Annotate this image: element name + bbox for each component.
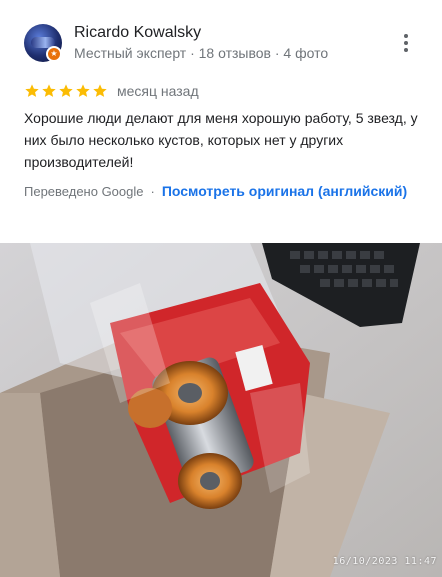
photo-timestamp: 16/10/2023 11:47: [332, 556, 437, 567]
view-original-link[interactable]: Посмотреть оригинал (английский): [162, 183, 407, 199]
review-header: ★ Ricardo Kowalsky Местный эксперт · 18 …: [0, 0, 442, 76]
reviewer-meta[interactable]: Местный эксперт · 18 отзывов · 4 фото: [74, 45, 328, 61]
star-icon: [76, 84, 90, 97]
star-icon: [25, 84, 39, 97]
review-text: Хорошие люди делают для меня хорошую раб…: [24, 110, 418, 170]
more-vert-icon: [404, 34, 408, 38]
more-options-button[interactable]: [396, 32, 416, 56]
star-rating: [24, 83, 108, 99]
rating-row: месяц назад: [24, 80, 199, 102]
translation-note: Переведено Google · Посмотреть оригинал (а…: [24, 180, 418, 203]
review-time: месяц назад: [117, 83, 199, 99]
star-icon: [42, 84, 56, 97]
reviewer-name[interactable]: Ricardo Kowalsky: [74, 24, 201, 42]
star-icon: [59, 84, 73, 97]
avatar[interactable]: ★: [24, 24, 62, 62]
local-guide-badge-icon: ★: [46, 46, 62, 62]
photo-image: [0, 243, 442, 577]
translated-label: Переведено Google: [24, 184, 144, 199]
separator: ·: [150, 184, 155, 199]
review-photo[interactable]: 16/10/2023 11:47: [0, 243, 442, 577]
star-icon: [93, 84, 107, 97]
